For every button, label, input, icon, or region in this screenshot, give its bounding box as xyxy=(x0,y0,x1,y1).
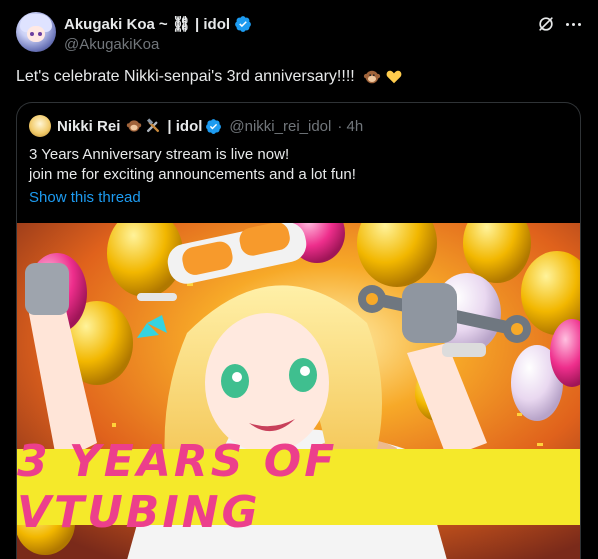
author-name-decor: ~ ⛓ | idol xyxy=(158,16,231,33)
quoted-avatar[interactable] xyxy=(29,115,51,137)
yellow-heart-emoji xyxy=(386,70,402,84)
more-icon[interactable] xyxy=(562,14,584,34)
tweet-text: Let's celebrate Nikki-senpai's 3rd anniv… xyxy=(16,68,403,86)
author-display-name: Akugaki Koa xyxy=(64,15,155,33)
monkey-emoji xyxy=(127,120,142,132)
quoted-line-2: join me for exciting announcements and a… xyxy=(29,166,356,183)
show-thread-link[interactable]: Show this thread xyxy=(29,189,141,206)
artwork-banner: 3 YEARS OF VTUBING xyxy=(17,436,580,538)
author-name[interactable]: Akugaki Koa ~ ⛓ | idol xyxy=(64,14,252,34)
tools-emoji xyxy=(147,118,160,132)
tweet-body: Let's celebrate Nikki-senpai's 3rd anniv… xyxy=(16,68,355,85)
quoted-author[interactable]: Nikki Rei | idol @nikki_rei_idol · 4h xyxy=(57,116,363,136)
quoted-handle[interactable]: @nikki_rei_idol xyxy=(229,118,331,135)
quoted-display-name: Nikki Rei xyxy=(57,117,121,135)
grok-link-icon[interactable] xyxy=(536,14,556,34)
author-handle[interactable]: @AkugakiKoa xyxy=(64,36,159,53)
quoted-tweet[interactable]: Nikki Rei | idol @nikki_rei_idol · 4h 3 … xyxy=(16,102,581,559)
avatar[interactable] xyxy=(16,12,56,52)
monkey-emoji xyxy=(363,70,380,84)
quoted-media-image[interactable]: 3 YEARS OF VTUBING xyxy=(17,223,580,559)
quoted-line-1: 3 Years Anniversary stream is live now! xyxy=(29,146,290,163)
verified-icon xyxy=(206,118,222,134)
tweet[interactable]: Akugaki Koa ~ ⛓ | idol @AkugakiKoa Let's… xyxy=(0,0,598,559)
verified-icon xyxy=(235,16,251,32)
quoted-time[interactable]: · 4h xyxy=(337,118,363,135)
quoted-name-suffix: | idol xyxy=(167,117,203,135)
banner-text: 3 YEARS OF VTUBING xyxy=(17,436,338,538)
quoted-text: 3 Years Anniversary stream is live now! … xyxy=(29,145,356,185)
